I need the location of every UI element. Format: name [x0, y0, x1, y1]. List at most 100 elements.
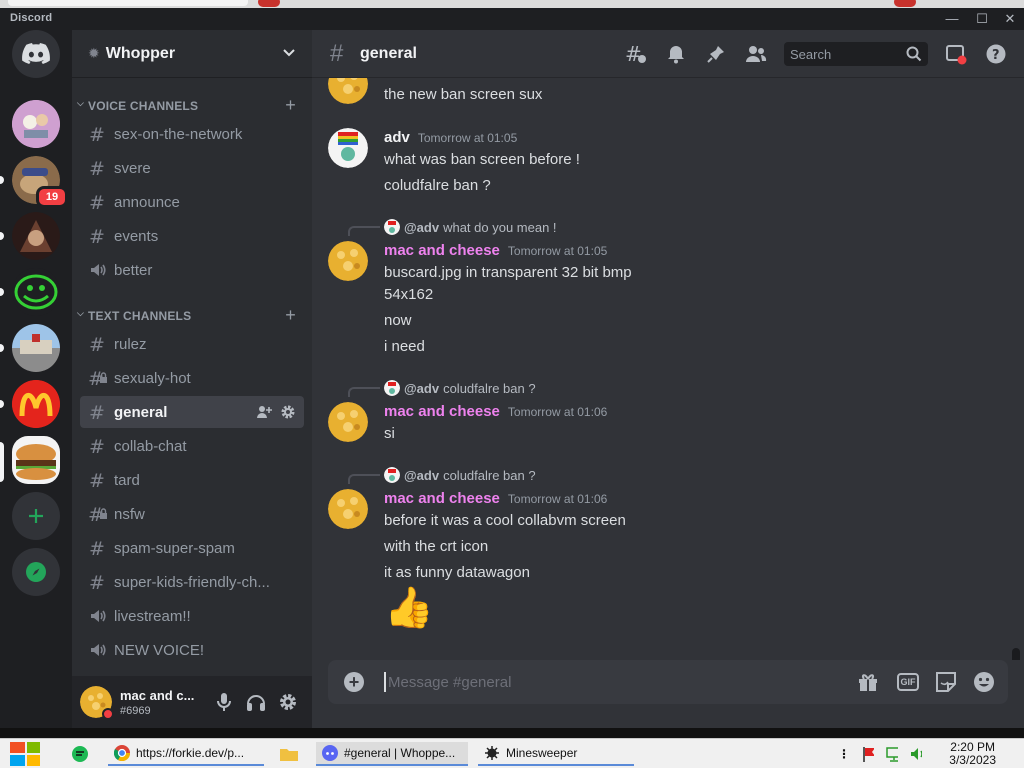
- search-input[interactable]: Search: [784, 42, 928, 66]
- channel-actions: [256, 404, 296, 420]
- svg-text:#: #: [89, 402, 105, 422]
- avatar[interactable]: [328, 241, 368, 281]
- tray-overflow-button[interactable]: ⋮: [832, 742, 852, 766]
- gif-button[interactable]: GIF: [896, 670, 920, 694]
- svg-text:#: #: [89, 470, 105, 490]
- threads-icon: #: [625, 43, 646, 65]
- gear-icon[interactable]: [280, 404, 296, 420]
- message-author[interactable]: adv Tomorrow at 01:05: [384, 129, 517, 146]
- gift-button[interactable]: [856, 670, 880, 694]
- mute-button[interactable]: [212, 690, 236, 714]
- author-name: mac and cheese: [384, 403, 500, 420]
- avatar[interactable]: [328, 489, 368, 529]
- taskbar-item-browser[interactable]: https://forkie.dev/p...: [108, 742, 264, 766]
- app-titlebar: Discord — ☐ ✕: [0, 8, 1024, 30]
- avatar[interactable]: [328, 402, 368, 442]
- taskbar-pinned-app[interactable]: [274, 742, 304, 766]
- channel-item[interactable]: # spam-super-spam: [80, 532, 304, 564]
- server-icon-1[interactable]: [12, 100, 60, 148]
- taskbar-item-minesweeper[interactable]: Minesweeper: [478, 742, 634, 766]
- hash-lock-icon: #: [88, 504, 108, 524]
- create-channel-icon[interactable]: +: [285, 96, 296, 114]
- message-author[interactable]: mac and cheese Tomorrow at 01:06: [384, 490, 607, 507]
- chevron-down-icon: ⌵: [77, 308, 85, 318]
- explore-servers-button[interactable]: [12, 548, 60, 596]
- server-icon-5[interactable]: [12, 324, 60, 372]
- server-unread-indicator: [0, 232, 4, 240]
- taskbar-pinned-app[interactable]: [66, 742, 96, 766]
- server-icon-4[interactable]: [12, 268, 60, 316]
- channel-item[interactable]: # announce: [80, 186, 304, 218]
- taskbar-item-label: #general | Whoppe...: [344, 746, 456, 760]
- sticker-button[interactable]: [934, 670, 958, 694]
- category-label: TEXT CHANNELS: [88, 309, 192, 323]
- channel-item[interactable]: # sex-on-the-network: [80, 118, 304, 150]
- category-text-channels[interactable]: ⌵ TEXT CHANNELS +: [72, 306, 312, 326]
- svg-text:#: #: [89, 192, 105, 212]
- channel-item[interactable]: # sexualy-hot: [80, 362, 304, 394]
- user-settings-button[interactable]: [276, 690, 300, 714]
- add-server-button[interactable]: [12, 492, 60, 540]
- server-icon-6[interactable]: [12, 380, 60, 428]
- chevron-down-icon: ⌵: [77, 98, 85, 108]
- start-button[interactable]: [4, 742, 46, 766]
- invite-icon[interactable]: [256, 404, 272, 420]
- server-icon-3[interactable]: [12, 212, 60, 260]
- attach-button[interactable]: +: [344, 672, 364, 692]
- channel-item[interactable]: # collab-chat: [80, 430, 304, 462]
- tray-network-icon[interactable]: [880, 742, 904, 766]
- home-button[interactable]: [12, 30, 60, 78]
- emoji-button[interactable]: [972, 670, 996, 694]
- channel-item[interactable]: livestream!!: [80, 600, 304, 632]
- server-header[interactable]: ✹ Whopper: [72, 30, 312, 78]
- channel-label: tard: [114, 471, 140, 489]
- channel-item[interactable]: # super-kids-friendly-ch...: [80, 566, 304, 598]
- pinned-messages-button[interactable]: [704, 42, 728, 66]
- tray-flag-icon[interactable]: [856, 742, 880, 766]
- create-channel-icon[interactable]: +: [285, 306, 296, 324]
- member-list-button[interactable]: [744, 42, 768, 66]
- message-text: what was ban screen before !: [384, 151, 580, 168]
- plus-icon: [29, 509, 43, 523]
- channel-item[interactable]: # general: [80, 396, 304, 428]
- reply-reference[interactable]: @adv coludfalre ban ?: [384, 380, 536, 396]
- reply-text: coludfalre ban ?: [443, 380, 536, 396]
- reply-reference[interactable]: @adv coludfalre ban ?: [384, 467, 536, 483]
- avatar[interactable]: [328, 78, 368, 104]
- message-author[interactable]: mac and cheese Tomorrow at 01:05: [384, 242, 607, 259]
- channel-item[interactable]: # events: [80, 220, 304, 252]
- message-text: si: [384, 425, 395, 442]
- channel-sidebar: ✹ Whopper ⌵ VOICE CHANNELS + # sex-on-the…: [72, 30, 312, 728]
- system-clock[interactable]: 2:20 PM 3/3/2023: [949, 741, 996, 767]
- reply-reference[interactable]: @adv what do you mean !: [384, 219, 557, 235]
- folder-icon: [280, 749, 298, 761]
- server-icon-whopper[interactable]: [12, 436, 60, 484]
- deafen-button[interactable]: [244, 690, 268, 714]
- taskbar-item-label: https://forkie.dev/p...: [136, 746, 245, 760]
- message-author[interactable]: mac and cheese Tomorrow at 01:06: [384, 403, 607, 420]
- channel-item[interactable]: # rulez: [80, 328, 304, 360]
- svg-text:?: ?: [992, 48, 1000, 63]
- category-voice-channels[interactable]: ⌵ VOICE CHANNELS +: [72, 96, 312, 116]
- channel-item[interactable]: NEW VOICE!: [80, 634, 304, 666]
- close-button[interactable]: ✕: [998, 10, 1022, 28]
- message-input[interactable]: [384, 672, 784, 692]
- flag-icon: [863, 747, 874, 762]
- maximize-button[interactable]: ☐: [970, 10, 994, 28]
- thumbs-up-emoji: 👍: [384, 586, 434, 630]
- notifications-button[interactable]: [664, 42, 688, 66]
- avatar[interactable]: [328, 128, 368, 168]
- channel-item[interactable]: # tard: [80, 464, 304, 496]
- minimize-button[interactable]: —: [940, 10, 964, 28]
- channel-item[interactable]: # nsfw: [80, 498, 304, 530]
- microphone-icon: [217, 693, 231, 711]
- tray-volume-icon[interactable]: [904, 742, 928, 766]
- channel-item[interactable]: better: [80, 254, 304, 286]
- channel-item[interactable]: # svere: [80, 152, 304, 184]
- hash-icon: #: [88, 572, 108, 592]
- help-button[interactable]: ?: [984, 42, 1008, 66]
- inbox-button[interactable]: [944, 42, 968, 66]
- taskbar-item-discord[interactable]: #general | Whoppe...: [316, 742, 468, 766]
- message-scrollbar[interactable]: [1012, 648, 1020, 660]
- threads-button[interactable]: #: [624, 42, 648, 66]
